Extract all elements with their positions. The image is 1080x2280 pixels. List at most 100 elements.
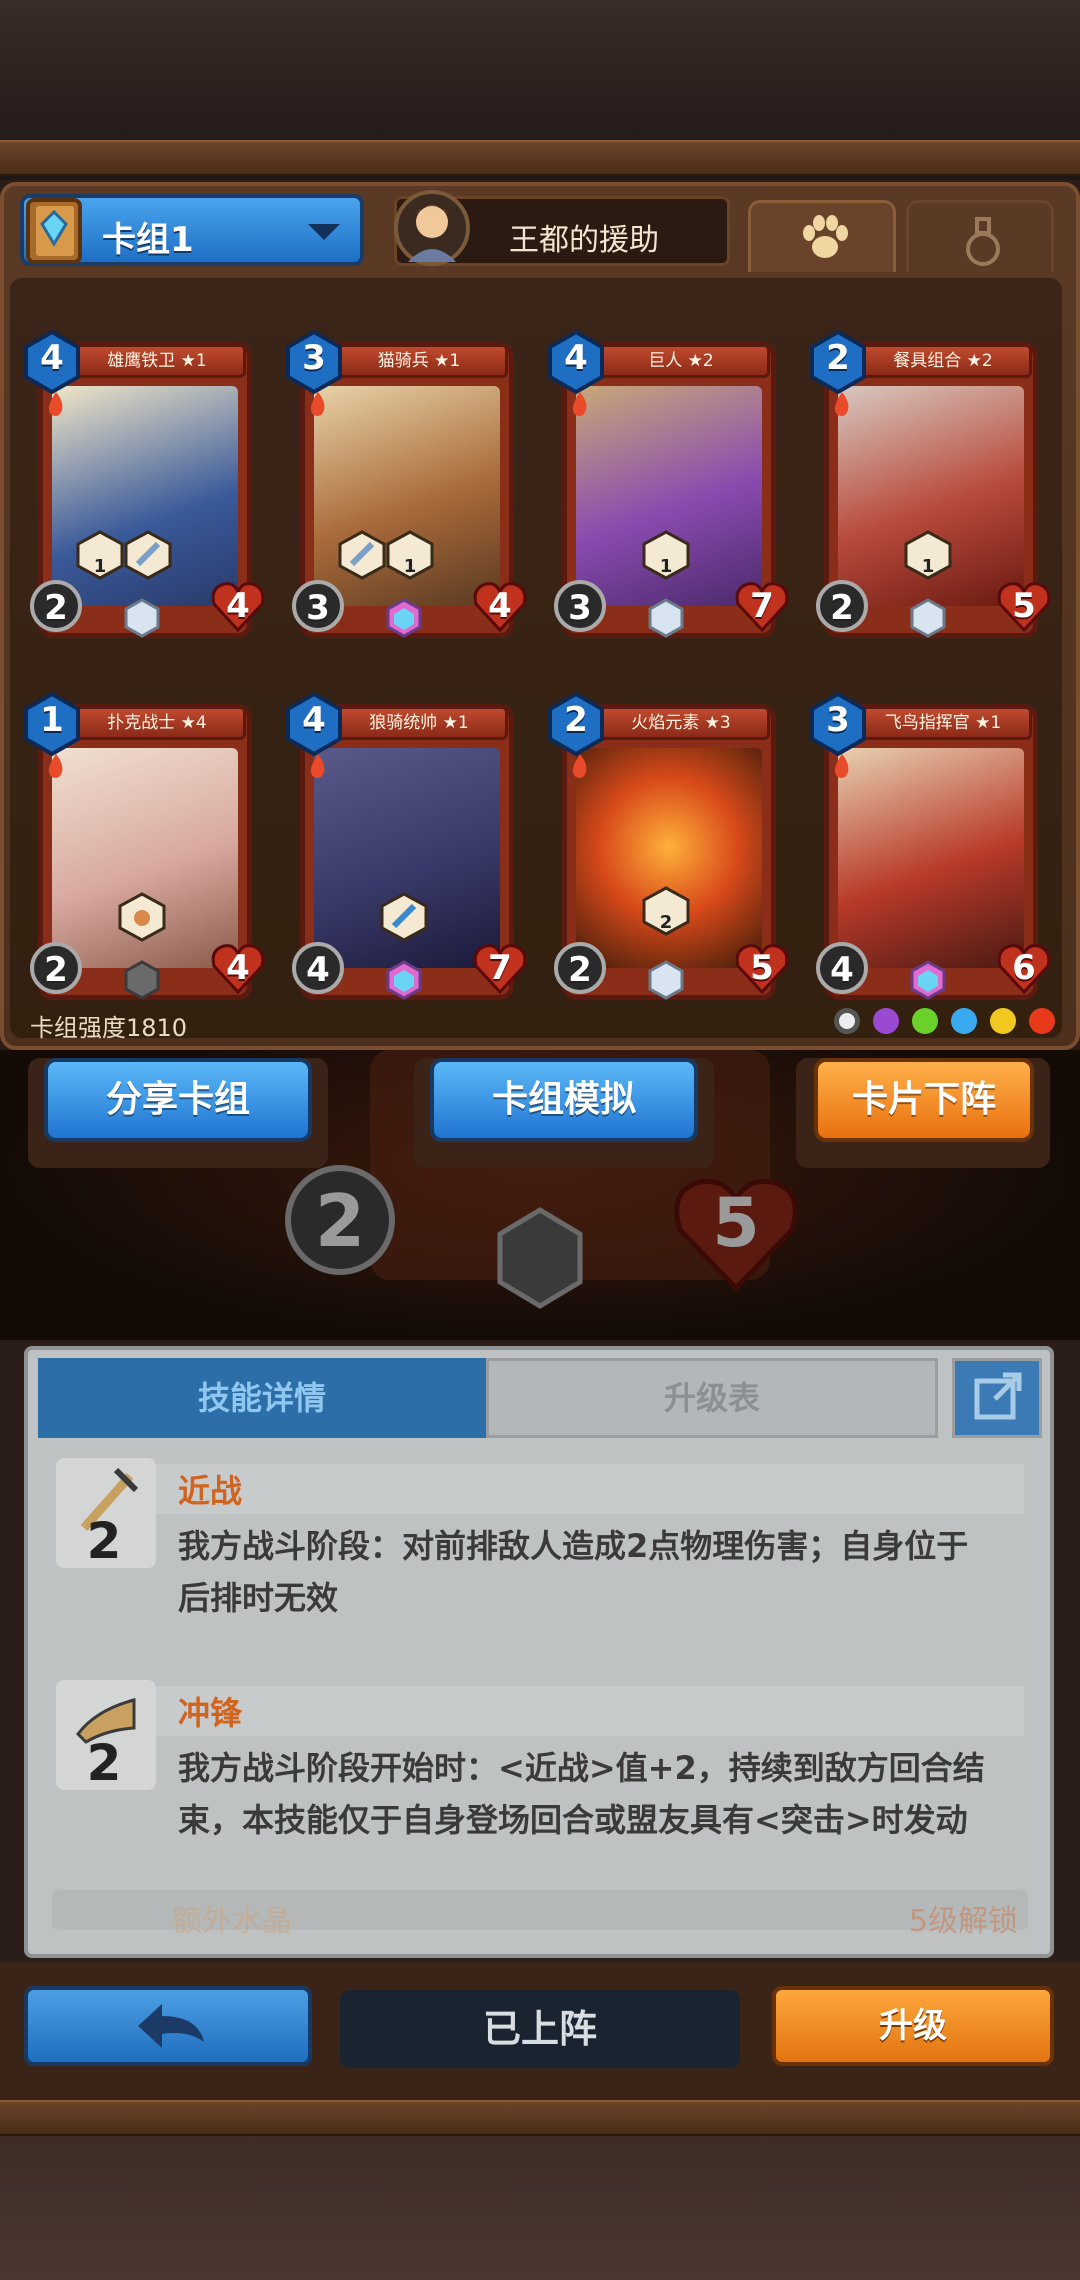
card-name-banner: 火焰元素 ★3 xyxy=(592,706,770,740)
skill-title: 冲锋 xyxy=(178,1694,243,1732)
skill-badge-icon: 1 xyxy=(76,530,124,580)
svg-text:1: 1 xyxy=(660,556,673,577)
skill-badge-icon xyxy=(118,892,166,942)
card-slot-6[interactable]: 狼骑统帅 ★1 4 4 7 xyxy=(286,692,527,1004)
card-slot-2[interactable]: 猫骑兵 ★1 3 1 3 4 xyxy=(286,330,527,642)
card-attack: 2 xyxy=(568,950,592,990)
skill-item: 2 近战 我方战斗阶段：对前排敌人造成2点物理伤害；自身位于 后排时无效 xyxy=(56,1458,1024,1628)
skill-badge-icon xyxy=(124,530,172,580)
card-health: 5 xyxy=(750,948,774,988)
skill-item: 2 冲锋 我方战斗阶段开始时：<近战>值+2，持续到敌方回合结 束，本技能仅于自… xyxy=(56,1680,1024,1850)
external-link-icon xyxy=(974,1372,1022,1420)
thunder-element-icon[interactable] xyxy=(990,1008,1017,1034)
card-cost: 2 xyxy=(564,700,588,740)
svg-text:2: 2 xyxy=(315,1179,365,1263)
card-name-banner: 巨人 ★2 xyxy=(592,344,770,378)
potion-icon xyxy=(966,217,1000,266)
fire-icon xyxy=(310,754,325,778)
share-deck-button[interactable]: 分享卡组 xyxy=(44,1058,312,1142)
skill-badge-icon: 1 xyxy=(904,530,952,580)
melee-skill-icon: 2 xyxy=(56,1458,156,1570)
back-button[interactable] xyxy=(24,1986,312,2066)
deck-select-label: 卡组1 xyxy=(102,220,194,260)
nature-element-icon[interactable] xyxy=(912,1008,939,1034)
card-slot-4[interactable]: 餐具组合 ★2 2 1 2 5 xyxy=(810,330,1051,642)
tab-potions[interactable] xyxy=(906,200,1054,272)
tab-units[interactable] xyxy=(748,200,896,272)
deck-book-icon xyxy=(26,198,82,264)
crystal-gem-icon xyxy=(648,960,684,1000)
card-cost: 3 xyxy=(826,700,850,740)
card-attack: 4 xyxy=(306,950,330,990)
charge-skill-icon: 2 xyxy=(56,1680,156,1792)
card-slot-7[interactable]: 火焰元素 ★3 2 2 2 5 xyxy=(548,692,789,1004)
fire-icon xyxy=(48,754,63,778)
svg-text:2: 2 xyxy=(660,912,673,933)
card-cost: 1 xyxy=(40,700,64,740)
card-attack: 2 xyxy=(44,950,68,990)
fire-icon xyxy=(834,754,849,778)
shadow-element-icon[interactable] xyxy=(873,1008,900,1034)
card-cost: 2 xyxy=(826,338,850,378)
svg-text:1: 1 xyxy=(404,556,417,577)
card-slot-5[interactable]: 扑克战士 ★4 1 2 4 xyxy=(24,692,265,1004)
fire-element-icon[interactable] xyxy=(1029,1008,1056,1034)
rainbow-gem-icon xyxy=(386,960,422,1000)
skill-title: 近战 xyxy=(178,1472,243,1510)
rainbow-gem-icon xyxy=(910,960,946,1000)
dark-gem-icon xyxy=(124,960,160,1000)
card-health: 4 xyxy=(488,586,512,626)
deployed-status-button[interactable]: 已上阵 xyxy=(340,1990,740,2068)
skill-badge-icon: 1 xyxy=(386,530,434,580)
card-name-banner: 狼骑统帅 ★1 xyxy=(330,706,508,740)
svg-text:1: 1 xyxy=(94,556,107,577)
card-name-banner: 扑克战士 ★4 xyxy=(68,706,246,740)
tab-skill-details[interactable]: 技能详情 xyxy=(38,1358,486,1438)
upgrade-button[interactable]: 升级 xyxy=(772,1986,1054,2066)
external-link-button[interactable] xyxy=(952,1358,1042,1438)
card-slot-1[interactable]: 雄鹰铁卫 ★1 4 1 2 4 xyxy=(24,330,265,642)
crystal-gem-icon xyxy=(124,598,160,638)
skill-badge-icon xyxy=(338,530,386,580)
neutral-element-icon[interactable] xyxy=(834,1008,860,1034)
card-health: 5 xyxy=(1012,586,1036,626)
card-health: 6 xyxy=(1012,948,1036,988)
card-slot-3[interactable]: 巨人 ★2 4 1 3 7 xyxy=(548,330,789,642)
card-name-banner: 雄鹰铁卫 ★1 xyxy=(68,344,246,378)
chevron-down-icon xyxy=(308,224,340,240)
card-name-banner: 飞鸟指挥官 ★1 xyxy=(854,706,1032,740)
simulate-deck-button[interactable]: 卡组模拟 xyxy=(430,1058,698,1142)
skill-description: 我方战斗阶段开始时：<近战>值+2，持续到敌方回合结 束，本技能仅于自身登场回合… xyxy=(178,1749,985,1839)
skill-badge-icon: 1 xyxy=(642,530,690,580)
deck-select-dropdown[interactable]: 卡组1 xyxy=(20,194,364,266)
water-element-icon[interactable] xyxy=(951,1008,978,1034)
tab-upgrade-table[interactable]: 升级表 xyxy=(486,1358,938,1438)
top-wood-rail xyxy=(0,140,1080,176)
crystal-gem-icon xyxy=(648,598,684,638)
cost-hexagon-icon xyxy=(24,330,80,394)
fire-icon xyxy=(310,392,325,416)
skill-badge-icon xyxy=(380,892,428,942)
card-health: 7 xyxy=(488,948,512,988)
card-name-banner: 猫骑兵 ★1 xyxy=(330,344,508,378)
card-cost: 4 xyxy=(564,338,588,378)
health-heart-icon xyxy=(211,582,265,633)
hero-avatar xyxy=(394,190,470,266)
paw-icon xyxy=(803,215,848,258)
back-arrow-icon xyxy=(138,2004,204,2048)
hero-label: 王都的援助 xyxy=(509,223,659,258)
card-cost: 4 xyxy=(302,700,326,740)
bottom-wood-rail xyxy=(0,2100,1080,2136)
card-attack: 4 xyxy=(830,950,854,990)
remove-card-button[interactable]: 卡片下阵 xyxy=(814,1058,1034,1142)
card-name-banner: 餐具组合 ★2 xyxy=(854,344,1032,378)
element-filter-icons xyxy=(826,1008,1056,1038)
attack-icon xyxy=(30,580,82,632)
card-slot-8[interactable]: 飞鸟指挥官 ★1 3 4 6 xyxy=(810,692,1051,1004)
svg-text:5: 5 xyxy=(712,1184,759,1263)
svg-text:2: 2 xyxy=(87,1734,122,1790)
card-health: 7 xyxy=(750,586,774,626)
locked-skill-title: 额外水晶 xyxy=(172,1904,292,1939)
skill-description: 我方战斗阶段：对前排敌人造成2点物理伤害；自身位于 后排时无效 xyxy=(178,1527,969,1617)
fire-icon xyxy=(572,754,587,778)
